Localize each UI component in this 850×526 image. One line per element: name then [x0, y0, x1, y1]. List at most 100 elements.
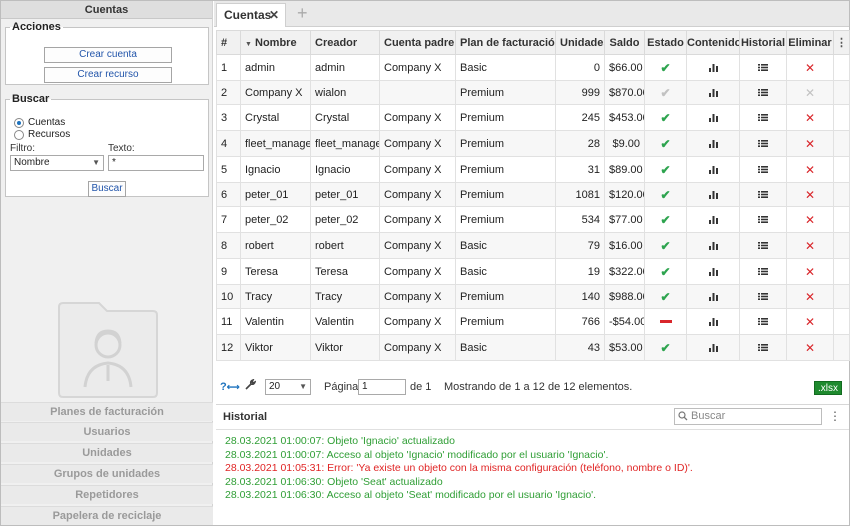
close-icon[interactable]: ✕ — [805, 61, 815, 75]
column-menu-icon[interactable]: ⋮ — [833, 30, 850, 55]
cell-history[interactable] — [739, 258, 787, 285]
cell-delete[interactable]: ✕ — [786, 284, 834, 309]
cell-delete[interactable]: ✕ — [786, 130, 834, 157]
add-tab-icon[interactable]: + — [297, 2, 308, 24]
cell-status[interactable]: ✔ — [644, 284, 687, 309]
cell-delete[interactable]: ✕ — [786, 182, 834, 207]
check-icon[interactable]: ✔ — [660, 86, 670, 100]
cell-delete[interactable]: ✕ — [786, 206, 834, 233]
table-row[interactable]: 11 Valentin Valentin Company X Premium 766 -$5… — [216, 308, 850, 335]
page-input[interactable]: 1 — [358, 379, 406, 395]
bar-chart-icon[interactable] — [708, 241, 718, 250]
bar-chart-icon[interactable] — [708, 88, 718, 97]
cell-history[interactable] — [739, 284, 787, 309]
cell-status[interactable]: ✔ — [644, 80, 687, 105]
bar-chart-icon[interactable] — [708, 139, 718, 148]
close-icon[interactable]: ✕ — [805, 137, 815, 151]
nav-users[interactable]: Usuarios — [1, 422, 213, 441]
check-icon[interactable]: ✔ — [660, 163, 670, 177]
list-icon[interactable] — [758, 64, 768, 72]
radio-accounts-dot[interactable] — [14, 118, 24, 128]
close-icon[interactable]: ✕ — [269, 4, 279, 26]
table-row[interactable]: 8 robert robert Company X Basic 79 $16.00 ✔ ✕ — [216, 232, 850, 259]
cell-history[interactable] — [739, 156, 787, 183]
close-icon[interactable]: ✕ — [805, 213, 815, 227]
cell-content[interactable] — [686, 232, 740, 259]
table-row[interactable]: 9TeresaTeresaCompany XBasic19$322.00✔✕ — [216, 258, 850, 285]
table-row[interactable]: 5 Ignacio Ignacio Company X Premium 31 $89.00 ✔… — [216, 156, 850, 183]
nav-billing-plans[interactable]: Planes de facturación — [1, 402, 213, 421]
col-name[interactable]: ▼ Nombre — [240, 30, 311, 55]
col-delete[interactable]: Eliminar — [786, 30, 834, 55]
bar-chart-icon[interactable] — [708, 317, 718, 326]
radio-resources-dot[interactable] — [14, 130, 24, 140]
help-resize-icon[interactable]: ?⟷ — [220, 379, 240, 395]
col-parent[interactable]: Cuenta padre — [379, 30, 456, 55]
bar-chart-icon[interactable] — [708, 267, 718, 276]
cell-status[interactable]: ✔ — [644, 232, 687, 259]
tab-accounts[interactable]: Cuentas ✕ — [216, 3, 286, 27]
list-icon[interactable] — [758, 114, 768, 122]
cell-history[interactable] — [739, 54, 787, 81]
col-creator[interactable]: Creador — [310, 30, 380, 55]
cell-delete[interactable]: ✕ — [786, 156, 834, 183]
close-icon[interactable]: ✕ — [805, 239, 815, 253]
cell-history[interactable] — [739, 80, 787, 105]
col-units[interactable]: Unidades — [555, 30, 605, 55]
cell-status[interactable]: ✔ — [644, 182, 687, 207]
page-size-select[interactable]: 20 ▼ — [265, 379, 311, 395]
list-icon[interactable] — [758, 216, 768, 224]
list-icon[interactable] — [758, 344, 768, 352]
search-text-input[interactable]: * — [108, 155, 204, 171]
nav-unit-groups[interactable]: Grupos de unidades — [1, 464, 213, 483]
nav-retranslators[interactable]: Repetidores — [1, 485, 213, 504]
cell-status[interactable]: ✔ — [644, 130, 687, 157]
cell-delete[interactable]: ✕ — [786, 80, 834, 105]
bar-chart-icon[interactable] — [708, 215, 718, 224]
list-icon[interactable] — [758, 242, 768, 250]
cell-content[interactable] — [686, 258, 740, 285]
close-icon[interactable]: ✕ — [805, 265, 815, 279]
cell-status[interactable]: ✔ — [644, 156, 687, 183]
list-icon[interactable] — [758, 166, 768, 174]
cell-history[interactable] — [739, 104, 787, 131]
cell-content[interactable] — [686, 334, 740, 361]
table-row[interactable]: 3 Crystal Crystal Company X Premium 245 $453.0… — [216, 104, 850, 131]
close-icon[interactable]: ✕ — [805, 315, 815, 329]
search-button[interactable]: Buscar — [88, 181, 126, 197]
check-icon[interactable]: ✔ — [660, 239, 670, 253]
list-icon[interactable] — [758, 293, 768, 301]
check-icon[interactable]: ✔ — [660, 137, 670, 151]
cell-status[interactable]: ✔ — [644, 206, 687, 233]
check-icon[interactable]: ✔ — [660, 213, 670, 227]
cell-content[interactable] — [686, 182, 740, 207]
list-icon[interactable] — [758, 89, 768, 97]
col-history[interactable]: Historial — [739, 30, 787, 55]
minus-icon[interactable] — [659, 320, 672, 324]
check-icon[interactable]: ✔ — [660, 341, 670, 355]
create-account-button[interactable]: Crear cuenta — [44, 47, 172, 63]
close-icon[interactable]: ✕ — [805, 86, 815, 100]
table-row[interactable]: 1 admin admin Company X Basic 0 $66.00 ✔ ✕ — [216, 54, 850, 81]
cell-delete[interactable]: ✕ — [786, 232, 834, 259]
check-icon[interactable]: ✔ — [660, 290, 670, 304]
cell-history[interactable] — [739, 182, 787, 207]
cell-content[interactable] — [686, 80, 740, 105]
filter-select[interactable]: Nombre ▼ — [10, 155, 104, 171]
bar-chart-icon[interactable] — [708, 63, 718, 72]
check-icon[interactable]: ✔ — [660, 111, 670, 125]
nav-recycle-bin[interactable]: Papelera de reciclaje — [1, 506, 213, 525]
list-icon[interactable] — [758, 268, 768, 276]
check-icon[interactable]: ✔ — [660, 265, 670, 279]
wrench-icon[interactable] — [244, 378, 257, 396]
list-icon[interactable] — [758, 140, 768, 148]
nav-units[interactable]: Unidades — [1, 443, 213, 462]
table-row[interactable]: 10TracyTracyCompany XPremium140$988.00✔✕ — [216, 284, 850, 309]
table-row[interactable]: 7 peter_02 peter_02 Company X Premium 534 $77.… — [216, 206, 850, 233]
bar-chart-icon[interactable] — [708, 190, 718, 199]
table-row[interactable]: 4 fleet_manager fleet_manager Company X Prem… — [216, 130, 850, 157]
cell-history[interactable] — [739, 334, 787, 361]
close-icon[interactable]: ✕ — [805, 188, 815, 202]
radio-resources[interactable]: Recursos — [14, 129, 70, 141]
cell-content[interactable] — [686, 130, 740, 157]
